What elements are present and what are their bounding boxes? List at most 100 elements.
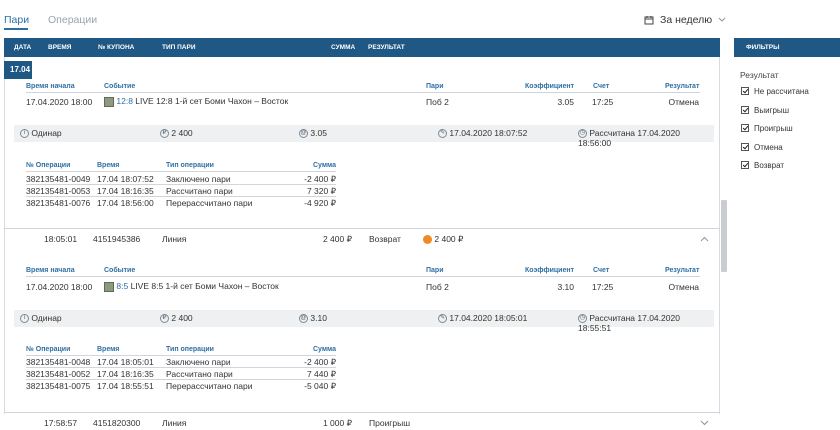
row3-type: Линия [162, 418, 187, 428]
settled-icon: ◷ [578, 314, 587, 324]
table-row[interactable]: 18:05:01 4151945386 Линия 2 400 ₽ Возвра… [4, 229, 720, 249]
bet2-start: 17.04.2020 18:00 [26, 282, 93, 292]
filter-label: Возврат [754, 161, 784, 170]
period-dropdown[interactable]: За неделю [644, 14, 726, 26]
calendar-icon [644, 16, 654, 25]
label-event: Событие [104, 83, 136, 90]
chevron-up-icon[interactable] [700, 236, 709, 242]
bet1-event-name: LIVE 12:8 1-й сет Боми Чахон – Восток [135, 96, 289, 106]
op-id: 382135481-0053 [26, 186, 91, 196]
op-id: 382135481-0049 [26, 174, 91, 184]
active-tab-underline [4, 28, 28, 30]
tab-operations[interactable]: Операции [48, 14, 97, 26]
label-coef: Коэффициент [525, 83, 575, 90]
ruble-icon: ₽ [160, 129, 169, 139]
coef-icon: @ [299, 314, 308, 324]
row2-sum: 2 400 ₽ [322, 234, 352, 244]
op-time: 17.04 18:16:35 [97, 186, 154, 196]
label-score: Счет [593, 83, 610, 90]
divider [26, 184, 336, 185]
ops-col-sum: Сумма [312, 346, 336, 353]
label-coef: Коэффициент [525, 267, 575, 274]
row3-sum: 1 000 ₽ [322, 418, 352, 428]
op-time: 17.04 18:07:52 [97, 174, 154, 184]
filter-label: Проигрыш [754, 124, 793, 133]
col-bet-type[interactable]: ТИП ПАРИ [162, 44, 196, 51]
op-type: Рассчитано пари [166, 369, 233, 379]
filter-refund[interactable]: Возврат [741, 160, 840, 171]
bet1-event: 12:8 LIVE 12:8 1-й сет Боми Чахон – Вост… [104, 96, 288, 107]
bet1-pari: Поб 2 [426, 97, 449, 107]
sport-emblem-icon [104, 96, 114, 107]
bet2-placed: 17.04.2020 18:05:01 [449, 313, 528, 323]
table-row[interactable]: 17:58:57 4151820300 Линия 1 000 ₽ Проигр… [4, 413, 720, 430]
op-type: Перерассчитано пари [166, 381, 253, 391]
row2-result: Возврат [369, 234, 401, 244]
filter-win[interactable]: Выигрыш [741, 105, 840, 116]
bet2-coef: 3.10 [557, 282, 574, 292]
bet1-result: Отмена [668, 97, 700, 107]
bet1-score-link[interactable]: 12:8 [116, 96, 133, 106]
bet2-settled: Рассчитана 17.04.2020 18:55:51 [578, 313, 680, 334]
op-time: 17.04 18:55:51 [97, 381, 154, 391]
scrollbar-thumb[interactable] [721, 200, 727, 272]
label-event: Событие [104, 267, 136, 274]
sport-emblem-icon [104, 281, 114, 292]
bet-placed-icon: ✎ [438, 129, 447, 139]
ruble-icon: ₽ [160, 314, 169, 324]
date-group-badge: 17.04 [4, 61, 32, 79]
op-type: Рассчитано пари [166, 186, 233, 196]
chevron-down-icon[interactable] [700, 420, 709, 426]
info-icon: i [20, 129, 29, 139]
checkbox[interactable] [741, 124, 749, 132]
checkbox[interactable] [741, 87, 749, 95]
op-time: 17.04 18:56:00 [97, 198, 154, 208]
label-score: Счет [593, 267, 610, 274]
info-icon: i [20, 314, 29, 324]
label-pari: Пари [426, 83, 444, 90]
bet1-info-row: i Одинар ₽ 2 400 @ 3.05 ✎ 17.04.2020 18:… [14, 125, 714, 148]
bet1-placed: 17.04.2020 18:07:52 [449, 128, 528, 138]
bet2-result: Отмена [668, 282, 700, 292]
bet1-start: 17.04.2020 18:00 [26, 97, 93, 107]
divider [26, 276, 700, 277]
row2-coupon: 4151945386 [93, 234, 141, 244]
filter-label: Отмена [754, 143, 783, 152]
filter-not-settled[interactable]: Не рассчитана [741, 86, 840, 97]
checkbox[interactable] [741, 106, 749, 114]
filter-label: Не рассчитана [754, 87, 809, 96]
op-time: 17.04 18:05:01 [97, 357, 154, 367]
col-date[interactable]: ДАТА [14, 44, 31, 51]
bet2-pari: Поб 2 [426, 282, 449, 292]
op-sum: -4 920 ₽ [304, 198, 336, 208]
label-pari: Пари [426, 267, 444, 274]
tab-bets[interactable]: Пари [4, 14, 29, 26]
label-start-time: Время начала [26, 83, 75, 90]
bet2-amount: 2 400 [171, 313, 193, 323]
divider [26, 92, 700, 93]
op-id: 382135481-0048 [26, 357, 91, 367]
col-result[interactable]: РЕЗУЛЬТАТ [368, 44, 405, 51]
settled-icon: ◷ [578, 129, 587, 139]
label-result: Результат [665, 83, 700, 90]
op-time: 17.04 18:16:35 [97, 369, 154, 379]
bet2-info-row: i Одинар ₽ 2 400 @ 3.10 ✎ 17.04.2020 18:… [14, 310, 714, 333]
bet2-score-link[interactable]: 8:5 [116, 281, 128, 291]
checkbox[interactable] [741, 161, 749, 169]
filter-cancel[interactable]: Отмена [741, 142, 840, 153]
coef-icon: @ [299, 129, 308, 139]
ops-col-id: № Операции [26, 162, 71, 169]
col-time[interactable]: ВРЕМЯ [48, 44, 71, 51]
bet-placed-icon: ✎ [438, 314, 447, 324]
row3-time: 17:58:57 [44, 418, 78, 428]
row3-coupon: 4151820300 [93, 418, 141, 428]
table-header: ДАТА ВРЕМЯ № КУПОНА ТИП ПАРИ СУММА РЕЗУЛ… [4, 38, 720, 57]
divider [26, 379, 336, 380]
op-id: 382135481-0052 [26, 369, 91, 379]
col-sum[interactable]: СУММА [331, 44, 355, 51]
filter-loss[interactable]: Проигрыш [741, 123, 840, 134]
col-coupon[interactable]: № КУПОНА [98, 44, 134, 51]
bet1-settled: Рассчитана 17.04.2020 18:56:00 [578, 128, 680, 149]
checkbox[interactable] [741, 143, 749, 151]
bet1-type: Одинар [31, 128, 62, 138]
